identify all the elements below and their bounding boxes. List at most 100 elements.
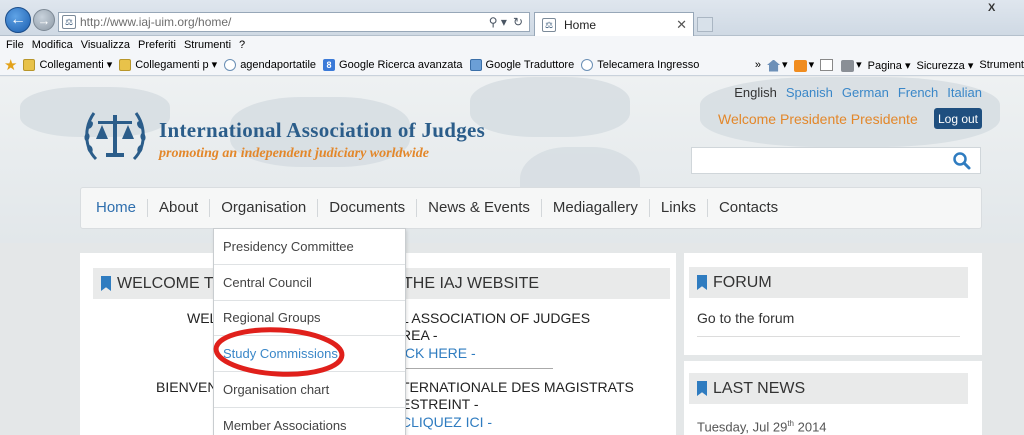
feeds-button[interactable]: ▾ xyxy=(793,58,814,72)
google-icon: 8 xyxy=(323,58,336,71)
favorite-label: Collegamenti ▾ xyxy=(39,59,113,71)
dropdown-item-organisation-chart[interactable]: Organisation chart xyxy=(214,372,405,408)
forward-button[interactable]: → xyxy=(33,9,55,31)
back-button[interactable]: ← xyxy=(5,7,31,33)
menu-modifica[interactable]: Modifica xyxy=(32,39,73,51)
home-icon xyxy=(767,59,781,72)
arrow-right-icon: → xyxy=(37,12,51,28)
nav-news-events[interactable]: News & Events xyxy=(417,199,542,217)
news-date-year: 2014 xyxy=(794,419,827,435)
language-switcher: English Spanish German French Italian xyxy=(725,85,982,100)
window-close-button[interactable]: X xyxy=(988,0,1018,14)
search-icon[interactable]: ⚲ ▾ xyxy=(489,15,507,29)
page-icon xyxy=(581,58,594,71)
news-title: LAST NEWS xyxy=(713,379,806,397)
forum-divider xyxy=(697,336,960,337)
main-navigation: Home About Organisation Documents News &… xyxy=(80,187,982,229)
folder-icon xyxy=(23,58,36,71)
site-favicon-icon: ⚖ xyxy=(62,15,76,29)
welcome-line-en-right: L ASSOCIATION OF JUDGES xyxy=(401,310,591,326)
news-panel-header: LAST NEWS xyxy=(689,373,968,404)
favorite-label: Google Traduttore xyxy=(485,58,575,71)
menu-help[interactable]: ? xyxy=(239,39,245,51)
refresh-icon[interactable]: ↻ xyxy=(513,15,523,29)
sicurezza-menu[interactable]: Sicurezza ▾ xyxy=(916,59,973,72)
favorite-google-traduttore[interactable]: Google Traduttore xyxy=(469,58,575,71)
iaj-logo-icon xyxy=(84,112,146,161)
content-divider xyxy=(395,368,553,369)
folder-icon xyxy=(119,58,132,71)
menu-bar: File Modifica Visualizza Preferiti Strum… xyxy=(0,36,1024,54)
forum-panel-header: FORUM xyxy=(689,267,968,298)
dropdown-item-presidency-committee[interactable]: Presidency Committee xyxy=(214,229,405,265)
news-date: Tuesday, Jul 29th 2014 xyxy=(697,419,827,434)
welcome-title-right: THE IAJ WEBSITE xyxy=(403,274,540,292)
browser-titlebar: ← → ⚖ http://www.iaj-uim.org/home/ ⚲ ▾ ↻… xyxy=(0,0,1024,36)
welcome-line-fr-2: ESTREINT - xyxy=(401,396,479,412)
dropdown-item-member-associations[interactable]: Member Associations xyxy=(214,408,405,435)
menu-strumenti[interactable]: Strumenti xyxy=(184,39,231,51)
lang-italian[interactable]: Italian xyxy=(947,85,982,100)
bookmark-icon xyxy=(101,276,111,291)
logout-button[interactable]: Log out xyxy=(934,108,982,129)
home-button[interactable]: ▾ xyxy=(767,58,788,72)
dropdown-item-central-council[interactable]: Central Council xyxy=(214,265,405,301)
strumenti-menu[interactable]: Strument xyxy=(979,59,1024,71)
favorite-label: Telecamera Ingresso xyxy=(597,58,700,71)
tab-close-icon[interactable]: ✕ xyxy=(676,17,687,33)
click-here-link[interactable]: ICK HERE - xyxy=(401,345,476,361)
site-title[interactable]: International Association of Judges xyxy=(159,118,485,143)
page-icon xyxy=(224,58,237,71)
favorite-agendaportatile[interactable]: agendaportatile xyxy=(224,58,317,71)
menu-file[interactable]: File xyxy=(6,39,24,51)
bookmark-icon xyxy=(697,381,707,396)
forum-title: FORUM xyxy=(713,273,772,291)
mail-icon xyxy=(820,59,834,72)
tab-home[interactable]: ⚖ Home ✕ xyxy=(534,12,694,36)
print-icon xyxy=(841,59,855,72)
nav-mediagallery[interactable]: Mediagallery xyxy=(542,199,650,217)
welcome-user-text: Welcome Presidente Presidente xyxy=(718,111,918,127)
menu-visualizza[interactable]: Visualizza xyxy=(81,39,130,51)
menu-preferiti[interactable]: Preferiti xyxy=(138,39,176,51)
nav-about[interactable]: About xyxy=(148,199,211,217)
nav-documents[interactable]: Documents xyxy=(318,199,418,217)
dropdown-item-study-commissions[interactable]: Study Commissions xyxy=(214,336,405,373)
lang-spanish[interactable]: Spanish xyxy=(786,85,833,100)
favorite-collegamenti[interactable]: Collegamenti ▾ xyxy=(23,58,112,71)
lang-french[interactable]: French xyxy=(898,85,938,100)
nav-contacts[interactable]: Contacts xyxy=(708,199,789,217)
dropdown-item-regional-groups[interactable]: Regional Groups xyxy=(214,301,405,337)
favorite-label: agendaportatile xyxy=(240,58,317,71)
organisation-dropdown-menu: Presidency Committee Central Council Reg… xyxy=(213,228,406,435)
site-search-input[interactable] xyxy=(691,147,981,174)
sidebar-gap xyxy=(684,355,982,361)
favorite-telecamera[interactable]: Telecamera Ingresso xyxy=(581,58,700,71)
more-chevron-icon[interactable]: » xyxy=(755,59,761,71)
nav-links[interactable]: Links xyxy=(650,199,708,217)
lang-english[interactable]: English xyxy=(734,85,777,100)
close-icon: X xyxy=(988,2,996,14)
search-icon[interactable] xyxy=(952,151,972,171)
welcome-line-en-2: REA - xyxy=(401,327,438,343)
favorite-collegamenti-p[interactable]: Collegamenti p ▾ xyxy=(119,58,217,71)
url-text[interactable]: http://www.iaj-uim.org/home/ xyxy=(80,15,489,29)
bookmark-icon xyxy=(697,275,707,290)
arrow-left-icon: ← xyxy=(10,11,26,28)
nav-organisation[interactable]: Organisation xyxy=(210,199,319,217)
mail-button[interactable] xyxy=(820,59,835,72)
favorite-label: Collegamenti p ▾ xyxy=(135,59,218,71)
world-map-decoration xyxy=(470,77,630,137)
favorite-google-ricerca[interactable]: 8 Google Ricerca avanzata xyxy=(323,58,463,71)
go-to-forum-link[interactable]: Go to the forum xyxy=(697,310,794,326)
news-date-suffix: th xyxy=(787,419,794,428)
print-button[interactable]: ▾ xyxy=(841,58,862,72)
welcome-line-fr-left: BIENVEN xyxy=(156,379,218,395)
nav-home[interactable]: Home xyxy=(85,199,149,217)
new-tab-button[interactable] xyxy=(697,17,713,32)
address-bar[interactable]: ⚖ http://www.iaj-uim.org/home/ ⚲ ▾ ↻ xyxy=(58,12,530,32)
pagina-menu[interactable]: Pagina ▾ xyxy=(868,59,911,72)
favorites-star-icon[interactable]: ★ xyxy=(4,56,17,74)
cliquez-ici-link[interactable]: CLIQUEZ ICI - xyxy=(401,414,492,430)
lang-german[interactable]: German xyxy=(842,85,889,100)
